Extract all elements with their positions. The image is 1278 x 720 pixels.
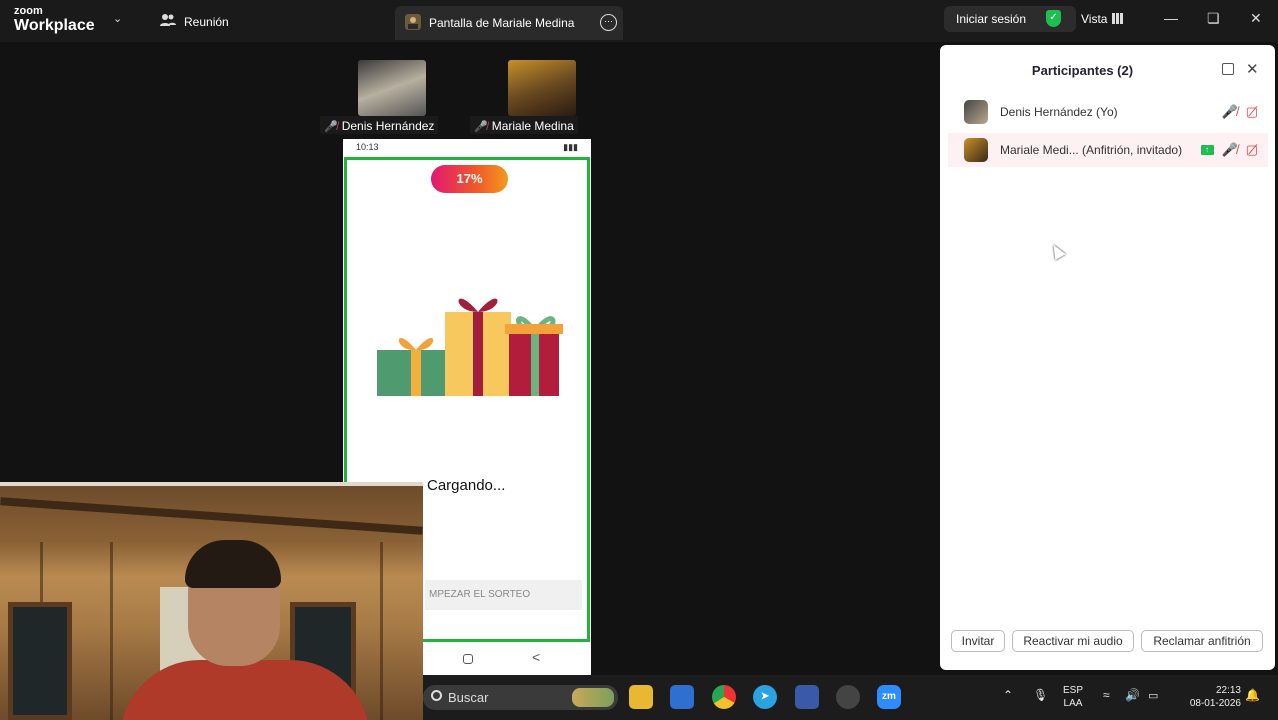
lang-line2: LAA: [1063, 698, 1083, 709]
thumbnail-label-denis: 🎤̸ Denis Hernández: [320, 116, 439, 134]
title-bar: zoom Workplace ⌄ Reunión Pantalla de Mar…: [0, 0, 1278, 42]
close-panel-icon[interactable]: ✕: [1246, 60, 1259, 78]
back-nav-icon[interactable]: <: [532, 649, 540, 665]
thumbnail-label-mariale: 🎤̸ Mariale Medina: [470, 116, 578, 134]
meeting-label: Reunión: [184, 14, 229, 29]
zoom-taskbar-icon[interactable]: zm: [877, 685, 901, 709]
logo-small-text: zoom: [14, 5, 43, 17]
muted-mic-icon[interactable]: 🎤̸: [1222, 104, 1238, 120]
gift-boxes-illustration: [377, 298, 563, 396]
telegram-icon[interactable]: ➤: [753, 685, 777, 709]
file-explorer-icon[interactable]: [629, 685, 653, 709]
battery-icon: ▮▮▮: [563, 142, 578, 152]
microphone-icon[interactable]: 🎙: [1033, 689, 1048, 702]
avatar: [964, 138, 988, 162]
battery-tray-icon[interactable]: ▭: [1148, 690, 1158, 703]
restore-icon[interactable]: ❏: [1207, 10, 1220, 27]
avatar: [964, 100, 988, 124]
chevron-down-icon[interactable]: ⌄: [113, 12, 122, 25]
panel-title: Participantes (2): [1031, 63, 1134, 78]
participant-name: Denis Hernández (Yo): [1000, 105, 1118, 119]
participant-row[interactable]: Denis Hernández (Yo) 🎤̸ ▢̸: [948, 95, 1268, 129]
app-notification-icon[interactable]: [836, 685, 860, 709]
clock-date: 08-01-2026: [1189, 698, 1241, 709]
video-thumbnail-mariale[interactable]: [508, 60, 576, 116]
close-window-icon[interactable]: ✕: [1250, 10, 1262, 27]
wifi-icon[interactable]: ≈: [1103, 689, 1110, 702]
muted-mic-icon: 🎤̸: [324, 120, 338, 133]
screen-share-indicator-icon: ↑: [1200, 145, 1214, 155]
self-video[interactable]: [0, 482, 423, 720]
taskbar-search[interactable]: Buscar: [423, 685, 618, 710]
minimize-icon[interactable]: —: [1164, 10, 1178, 26]
start-raffle-button[interactable]: MPEZAR EL SORTEO: [425, 580, 582, 610]
zoom-logo[interactable]: zoom Workplace: [14, 6, 95, 34]
search-icon: [431, 690, 442, 701]
clock-time: 22:13: [1215, 685, 1241, 696]
language-indicator[interactable]: ESP LAA: [1063, 684, 1083, 710]
invite-button[interactable]: Invitar: [951, 630, 1005, 652]
more-options-icon[interactable]: ···: [600, 14, 617, 31]
search-placeholder: Buscar: [448, 690, 489, 705]
thumbnail-name: Mariale Medina: [491, 119, 574, 133]
claim-host-button[interactable]: Reclamar anfitrión: [1141, 630, 1263, 652]
security-shield-icon[interactable]: ✓: [1046, 10, 1061, 27]
volume-icon[interactable]: 🔊: [1125, 689, 1140, 702]
chrome-icon[interactable]: [712, 685, 736, 709]
clock[interactable]: 22:13 08-01-2026: [1175, 684, 1241, 710]
notification-bell-icon[interactable]: 🔔: [1245, 689, 1260, 702]
search-highlight-icon: [572, 688, 614, 707]
participant-name: Mariale Medi... (Anfitrión, invitado): [1000, 143, 1183, 157]
remote-desktop-icon[interactable]: [795, 685, 819, 709]
share-tab-label: Pantalla de Mariale Medina: [429, 16, 575, 30]
windows-taskbar: Buscar ➤ zm ⌃ 🎙 ESP LAA ≈ 🔊 ▭ 22:13 08-0…: [423, 675, 1278, 720]
store-icon[interactable]: [670, 685, 694, 709]
progress-badge: 17%: [431, 165, 508, 193]
screen-share-tab[interactable]: Pantalla de Mariale Medina ···: [395, 6, 623, 40]
thumbnail-name: Denis Hernández: [341, 119, 435, 133]
participants-panel: Participantes (2) ✕ Denis Hernández (Yo)…: [940, 45, 1275, 670]
participant-row[interactable]: Mariale Medi... (Anfitrión, invitado) ↑ …: [948, 133, 1268, 167]
phone-status-bar: 10:13 ▮▮▮: [343, 139, 591, 157]
sharer-avatar-icon: [405, 13, 421, 33]
unmute-button[interactable]: Reactivar mi audio: [1012, 630, 1134, 652]
tray-chevron-up-icon[interactable]: ⌃: [1003, 689, 1013, 702]
muted-mic-icon: 🎤̸: [474, 120, 488, 133]
logo-big-text: Workplace: [14, 17, 95, 34]
lang-line1: ESP: [1063, 685, 1084, 696]
view-button[interactable]: Vista: [1081, 12, 1107, 26]
video-off-icon[interactable]: ▢̸: [1246, 104, 1258, 120]
home-nav-icon[interactable]: [463, 654, 473, 664]
zoom-window: zoom Workplace ⌄ Reunión Pantalla de Mar…: [0, 0, 1278, 720]
video-off-icon[interactable]: ▢̸: [1246, 142, 1258, 158]
video-thumbnail-denis[interactable]: [358, 60, 426, 116]
meeting-tab[interactable]: Reunión: [160, 13, 229, 30]
pop-out-icon[interactable]: [1222, 63, 1234, 75]
people-icon: [160, 13, 176, 30]
phone-time: 10:13: [356, 142, 379, 152]
loading-text: Cargando...: [427, 477, 506, 494]
muted-mic-icon[interactable]: 🎤̸: [1222, 142, 1238, 158]
grid-view-icon[interactable]: [1112, 13, 1123, 24]
